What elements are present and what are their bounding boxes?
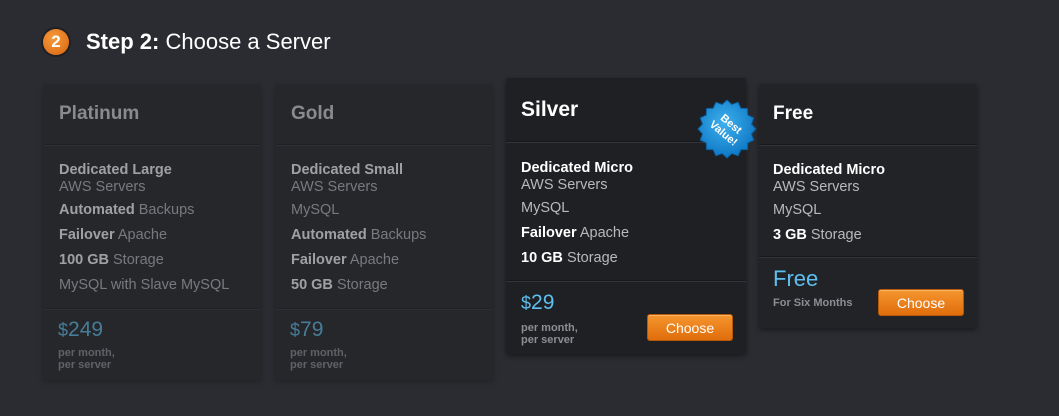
plan-price-area: $79 per month, per server — [275, 309, 493, 381]
choose-button-free[interactable]: Choose — [878, 289, 964, 316]
feature-item: 3 GB Storage — [773, 227, 862, 243]
feature-item: Failover Apache — [59, 227, 168, 243]
plan-features: Dedicated Micro AWS Servers MySQL 3 GB St… — [759, 145, 977, 243]
plan-name: Free — [773, 103, 814, 124]
step-title: Step 2: Choose a Server — [86, 29, 331, 55]
feature-item: Automated Backups — [291, 227, 427, 243]
plan-name: Silver — [521, 98, 579, 121]
price-period: per month, per server — [290, 347, 347, 371]
feature-item: Failover Apache — [291, 252, 400, 268]
feature-item: Dedicated Micro AWS Servers — [521, 160, 633, 193]
plan-header: Free — [759, 84, 977, 145]
feature-item: 10 GB Storage — [521, 250, 618, 266]
best-value-badge: Best Value! — [697, 99, 757, 159]
plan-features: Dedicated Large AWS Servers Automated Bac… — [43, 145, 261, 293]
step-label: Step 2: — [86, 29, 160, 54]
feature-item: Dedicated Small AWS Servers — [291, 162, 404, 195]
plan-features: Dedicated Micro AWS Servers MySQL Failove… — [506, 142, 746, 266]
plan-card-gold[interactable]: Gold Dedicated Small AWS Servers MySQL Au… — [275, 84, 493, 380]
plan-features: Dedicated Small AWS Servers MySQL Automat… — [275, 145, 493, 293]
plan-price: $249 — [58, 318, 104, 341]
feature-item: MySQL — [521, 200, 570, 216]
plan-price: $29 — [521, 291, 555, 314]
feature-item: MySQL — [773, 202, 822, 218]
plan-price-area: $29 per month, per server Choose — [506, 281, 746, 355]
feature-item: Failover Apache — [521, 225, 630, 241]
feature-item: MySQL — [291, 202, 340, 218]
price-period: per month, per server — [521, 322, 578, 346]
price-period: per month, per server — [58, 347, 115, 371]
feature-item: Automated Backups — [59, 202, 195, 218]
plan-header: Gold — [275, 84, 493, 145]
plan-card-platinum[interactable]: Platinum Dedicated Large AWS Servers Auto… — [43, 84, 261, 380]
price-period: For Six Months — [773, 297, 853, 309]
feature-item: MySQL with Slave MySQL — [59, 277, 230, 293]
plan-price: Free — [773, 266, 819, 291]
plan-card-free[interactable]: Free Dedicated Micro AWS Servers MySQL 3 … — [759, 84, 977, 328]
feature-item: 50 GB Storage — [291, 277, 388, 293]
plan-name: Platinum — [59, 103, 140, 124]
plan-price-area: Free For Six Months Choose — [759, 257, 977, 329]
feature-item: 100 GB Storage — [59, 252, 164, 268]
step-header: 2 Step 2: Choose a Server — [43, 28, 331, 56]
feature-item: Dedicated Micro AWS Servers — [773, 162, 885, 195]
choose-button-silver[interactable]: Choose — [647, 314, 733, 341]
feature-item: Dedicated Large AWS Servers — [59, 162, 172, 195]
step-heading: Choose a Server — [165, 29, 331, 54]
plan-price-area: $249 per month, per server — [43, 309, 261, 381]
plan-price: $79 — [290, 318, 324, 341]
plan-header: Platinum — [43, 84, 261, 145]
step-number-badge: 2 — [43, 29, 69, 55]
plan-name: Gold — [291, 103, 335, 124]
